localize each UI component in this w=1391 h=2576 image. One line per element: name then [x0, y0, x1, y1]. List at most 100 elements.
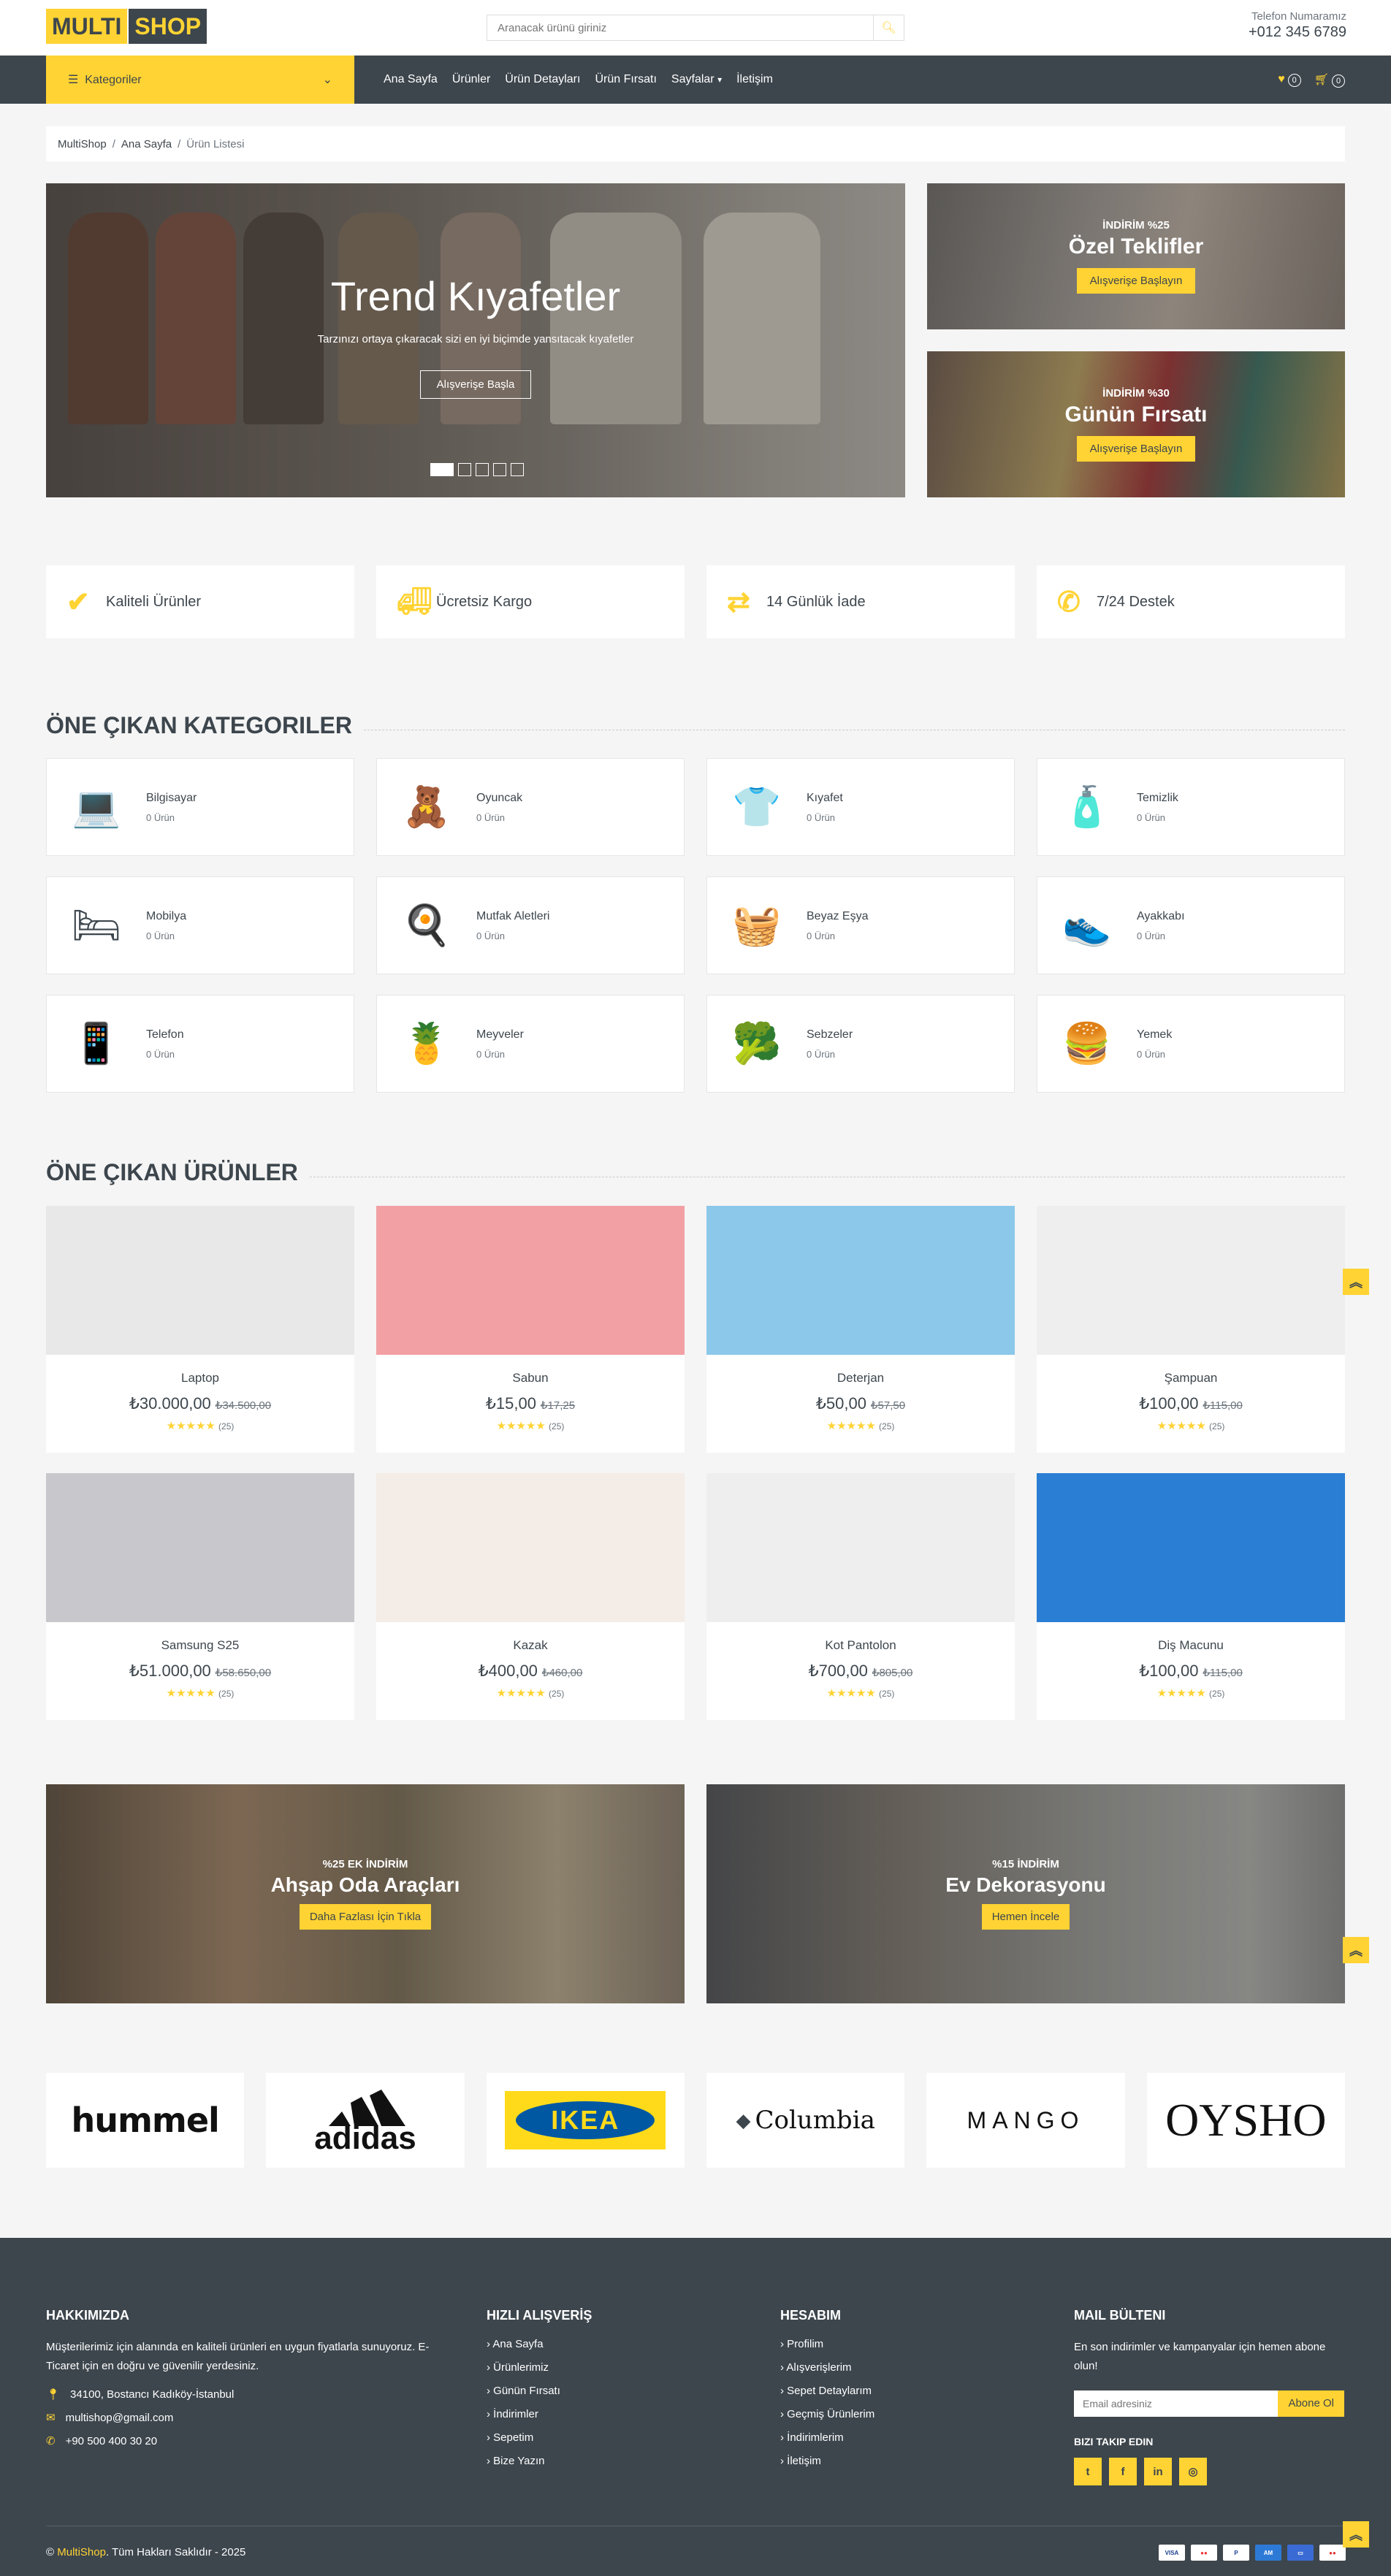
category-card[interactable]: 🍳 Mutfak Aletleri 0 Ürün	[376, 876, 685, 974]
footer-account-link[interactable]: Geçmiş Ürünlerim	[780, 2408, 874, 2420]
product-card[interactable]: Kot Pantolon ₺700,00 ₺805,00 ★★★★★ (25)	[706, 1473, 1015, 1720]
wishlist-button[interactable]: ♥ 0	[1278, 73, 1301, 87]
cart-button[interactable]: 🛒︎ 0	[1314, 72, 1345, 88]
footer-quick-link[interactable]: Günün Fırsatı	[487, 2385, 592, 2397]
banner-button[interactable]: Daha Fazlası İçin Tıkla	[299, 1904, 432, 1930]
footer-quick-link[interactable]: Sepetim	[487, 2431, 592, 2444]
search-button[interactable]: 🔍︎	[873, 15, 904, 40]
offer-card[interactable]: İNDİRİM %30 Günün Fırsatı Alışverişe Baş…	[927, 351, 1345, 497]
product-image[interactable]	[376, 1473, 685, 1622]
footer-account-link[interactable]: Sepet Detaylarım	[780, 2385, 874, 2397]
product-card[interactable]: Diş Macunu ₺100,00 ₺115,00 ★★★★★ (25)	[1037, 1473, 1345, 1720]
back-to-top-button[interactable]: ︽	[1343, 1937, 1369, 1963]
footer-account-link[interactable]: İndirimlerim	[780, 2431, 874, 2444]
category-card[interactable]: 👟 Ayakkabı 0 Ürün	[1037, 876, 1345, 974]
product-image[interactable]	[1037, 1206, 1345, 1355]
footer-account-link[interactable]: Profilim	[780, 2338, 874, 2350]
category-card[interactable]: 🧺 Beyaz Eşya 0 Ürün	[706, 876, 1015, 974]
breadcrumb-item[interactable]: Ana Sayfa	[121, 138, 172, 150]
nav-link-pages[interactable]: Sayfalar ▾	[671, 73, 722, 86]
nav-link-home[interactable]: Ana Sayfa	[384, 73, 438, 86]
nav-link-deal[interactable]: Ürün Fırsatı	[595, 73, 656, 86]
carousel-dot[interactable]	[458, 463, 471, 476]
category-card[interactable]: 📱 Telefon 0 Ürün	[46, 995, 354, 1093]
banner-button[interactable]: Hemen İncele	[981, 1904, 1070, 1930]
hero-shop-button[interactable]: Alışverişe Başla	[419, 370, 532, 399]
carousel-dot[interactable]	[511, 463, 524, 476]
footer-quick-link[interactable]: İndirimler	[487, 2408, 592, 2420]
instagram-icon[interactable]: ◎	[1179, 2458, 1207, 2485]
offer-shop-button[interactable]: Alışverişe Başlayın	[1076, 268, 1196, 294]
category-card[interactable]: 🧸 Oyuncak 0 Ürün	[376, 758, 685, 856]
product-image[interactable]	[706, 1206, 1015, 1355]
promo-banner[interactable]: %25 EK İNDİRİM Ahşap Oda Araçları Daha F…	[46, 1784, 685, 2003]
promo-banner[interactable]: %15 İNDİRİM Ev Dekorasyonu Hemen İncele	[706, 1784, 1345, 2003]
subscribe-button[interactable]: Abone Ol	[1278, 2390, 1344, 2417]
breadcrumb-item[interactable]: MultiShop	[58, 138, 107, 150]
brand-logo-oysho[interactable]: OYSHO	[1146, 2073, 1345, 2168]
section-title-text: ÖNE ÇIKAN KATEGORILER	[46, 712, 352, 738]
back-to-top-button[interactable]: ︽	[1343, 1269, 1369, 1295]
product-name[interactable]: Kazak	[376, 1638, 685, 1653]
product-image[interactable]	[376, 1206, 685, 1355]
product-name[interactable]: Şampuan	[1037, 1371, 1345, 1386]
category-card[interactable]: 🧴 Temizlik 0 Ürün	[1037, 758, 1345, 856]
category-card[interactable]: 🍍 Meyveler 0 Ürün	[376, 995, 685, 1093]
footer-email[interactable]: ✉ multishop@gmail.com	[46, 2411, 455, 2424]
facebook-icon[interactable]: f	[1109, 2458, 1137, 2485]
offer-card[interactable]: İNDİRİM %25 Özel Teklifler Alışverişe Ba…	[927, 183, 1345, 329]
product-name[interactable]: Sabun	[376, 1371, 685, 1386]
twitter-icon[interactable]: t	[1074, 2458, 1102, 2485]
product-name[interactable]: Kot Pantolon	[706, 1638, 1015, 1653]
brand-logo-mango[interactable]: MANGO	[926, 2073, 1125, 2168]
hero-carousel[interactable]: Trend Kıyafetler Tarzınızı ortaya çıkara…	[46, 183, 905, 497]
product-card[interactable]: Sabun ₺15,00 ₺17,25 ★★★★★ (25)	[376, 1206, 685, 1453]
footer-account-link[interactable]: İletişim	[780, 2455, 874, 2467]
product-old-price: ₺115,00	[1203, 1667, 1243, 1679]
product-image[interactable]	[46, 1206, 354, 1355]
product-name[interactable]: Deterjan	[706, 1371, 1015, 1386]
category-card[interactable]: 🥦 Sebzeler 0 Ürün	[706, 995, 1015, 1093]
nav-link-contact[interactable]: İletişim	[736, 73, 773, 86]
category-card[interactable]: 🍔 Yemek 0 Ürün	[1037, 995, 1345, 1093]
phone-text: +90 500 400 30 20	[65, 2435, 158, 2447]
carousel-dot[interactable]	[493, 463, 506, 476]
brand-logo-ikea[interactable]: IKEA	[486, 2073, 685, 2168]
footer-phone[interactable]: ✆ +90 500 400 30 20	[46, 2434, 455, 2447]
product-card[interactable]: Samsung S25 ₺51.000,00 ₺58.650,00 ★★★★★ (25…	[46, 1473, 354, 1720]
brand-logo-adidas[interactable]: adidas	[266, 2073, 465, 2168]
search-input[interactable]	[487, 15, 873, 40]
product-card[interactable]: Deterjan ₺50,00 ₺57,50 ★★★★★ (25)	[706, 1206, 1015, 1453]
footer-quick-link[interactable]: Bize Yazın	[487, 2455, 592, 2467]
nav-link-products[interactable]: Ürünler	[452, 73, 490, 86]
category-card[interactable]: 🛏 Mobilya 0 Ürün	[46, 876, 354, 974]
category-card[interactable]: 👕 Kıyafet 0 Ürün	[706, 758, 1015, 856]
categories-dropdown[interactable]: ☰ Kategoriler ⌄	[46, 56, 354, 104]
product-name[interactable]: Laptop	[46, 1371, 354, 1386]
product-card[interactable]: Şampuan ₺100,00 ₺115,00 ★★★★★ (25)	[1037, 1206, 1345, 1453]
carousel-dot[interactable]	[430, 463, 454, 476]
offer-shop-button[interactable]: Alışverişe Başlayın	[1076, 436, 1196, 462]
brand-logo-columbia[interactable]: ◆ Columbia	[706, 2073, 905, 2168]
back-to-top-button[interactable]: ︽	[1343, 2521, 1369, 2548]
footer-account-link[interactable]: Alışverişlerim	[780, 2361, 874, 2374]
linkedin-icon[interactable]: in	[1144, 2458, 1172, 2485]
copyright-brand[interactable]: MultiShop	[57, 2546, 106, 2558]
product-image[interactable]	[46, 1473, 354, 1622]
footer-quick-link[interactable]: Ana Sayfa	[487, 2338, 592, 2350]
category-name: Ayakkabı	[1137, 909, 1185, 922]
product-card[interactable]: Kazak ₺400,00 ₺460,00 ★★★★★ (25)	[376, 1473, 685, 1720]
category-card[interactable]: 💻 Bilgisayar 0 Ürün	[46, 758, 354, 856]
brand-logo-hummel[interactable]: hummel	[46, 2073, 245, 2168]
carousel-dot[interactable]	[476, 463, 489, 476]
newsletter-email-input[interactable]	[1074, 2390, 1278, 2417]
product-image[interactable]	[1037, 1473, 1345, 1622]
product-name[interactable]: Diş Macunu	[1037, 1638, 1345, 1653]
product-card[interactable]: Laptop ₺30.000,00 ₺34.500,00 ★★★★★ (25)	[46, 1206, 354, 1453]
footer-quick-link[interactable]: Ürünlerimiz	[487, 2361, 592, 2374]
logo[interactable]: MULTI SHOP	[46, 9, 207, 44]
product-image[interactable]	[706, 1473, 1015, 1622]
offer-discount: İNDİRİM %30	[1102, 387, 1170, 400]
nav-link-product-details[interactable]: Ürün Detayları	[505, 73, 580, 86]
product-name[interactable]: Samsung S25	[46, 1638, 354, 1653]
